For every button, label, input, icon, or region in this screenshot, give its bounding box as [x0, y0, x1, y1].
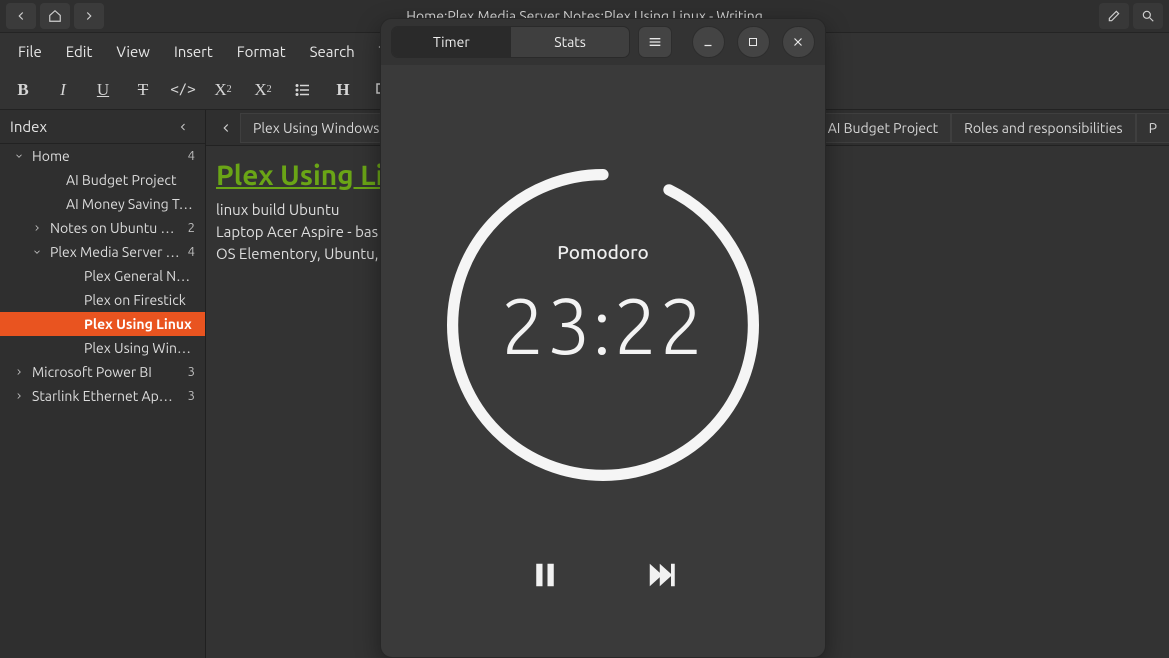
timer-time: 23:22	[501, 281, 706, 369]
tree-label: AI Money Saving T…	[66, 196, 195, 212]
chevron-right-icon[interactable]	[12, 365, 26, 379]
underline-button[interactable]: U	[88, 75, 118, 105]
tree-count: 4	[188, 245, 195, 259]
strikethrough-button[interactable]: T	[128, 75, 158, 105]
tree-label: Plex General No…	[84, 268, 195, 284]
nav-home-button[interactable]	[40, 3, 70, 29]
menu-format[interactable]: Format	[227, 39, 296, 64]
tab-stats[interactable]: Stats	[511, 27, 630, 57]
list-button[interactable]	[288, 75, 318, 105]
timer-label: Pomodoro	[557, 241, 648, 263]
tree-count: 3	[188, 365, 195, 379]
tree-label: Home	[32, 148, 182, 164]
subscript-button[interactable]: X2	[208, 75, 238, 105]
menu-edit[interactable]: Edit	[56, 39, 103, 64]
bold-button[interactable]: B	[8, 75, 38, 105]
hamburger-button[interactable]	[638, 26, 671, 58]
tree-label: Plex Using Wind…	[84, 340, 195, 356]
tab-partial[interactable]: P	[1136, 113, 1169, 143]
pomodoro-tabs: Timer Stats	[391, 26, 630, 58]
timer-ring: Pomodoro 23:22	[443, 165, 763, 485]
code-button[interactable]: </>	[168, 75, 198, 105]
heading-button[interactable]: H	[328, 75, 358, 105]
maximize-button[interactable]	[737, 26, 770, 58]
italic-button[interactable]: I	[48, 75, 78, 105]
tree-row[interactable]: Plex Media Server … 4	[0, 240, 205, 264]
sidebar: Index Home 4 AI Budget Project AI Money Sav…	[0, 110, 206, 658]
tree-row[interactable]: Home 4	[0, 144, 205, 168]
menu-file[interactable]: File	[8, 39, 52, 64]
chevron-right-icon[interactable]	[30, 221, 44, 235]
search-button[interactable]	[1133, 3, 1163, 29]
pause-button[interactable]	[525, 555, 565, 595]
tree-count: 4	[188, 149, 195, 163]
edit-mode-button[interactable]	[1099, 3, 1129, 29]
tree-row[interactable]: Plex Using Linux	[0, 312, 205, 336]
tree-label: Microsoft Power BI	[32, 364, 182, 380]
menu-view[interactable]: View	[106, 39, 160, 64]
nav-forward-button[interactable]	[74, 3, 104, 29]
tree-row[interactable]: Plex Using Wind…	[0, 336, 205, 360]
tree-label: Notes on Ubuntu P…	[50, 220, 182, 236]
sidebar-tree: Home 4 AI Budget Project AI Money Saving T……	[0, 144, 205, 658]
sidebar-header: Index	[0, 110, 205, 144]
menu-insert[interactable]: Insert	[164, 39, 223, 64]
chevron-down-icon[interactable]	[30, 245, 44, 259]
tree-label: Plex Using Linux	[84, 316, 195, 332]
tree-count: 2	[188, 221, 195, 235]
tree-label: AI Budget Project	[66, 172, 195, 188]
tree-row[interactable]: Microsoft Power BI 3	[0, 360, 205, 384]
tree-label: Plex on Firestick	[84, 292, 195, 308]
tab-budget[interactable]: AI Budget Project	[815, 113, 951, 143]
tree-row[interactable]: AI Budget Project	[0, 168, 205, 192]
tree-row[interactable]: Starlink Ethernet Ap… 3	[0, 384, 205, 408]
nav-back-button[interactable]	[6, 3, 36, 29]
minimize-button[interactable]	[692, 26, 725, 58]
pomodoro-window: Timer Stats Pomodoro 23:22	[380, 18, 826, 658]
superscript-button[interactable]: X2	[248, 75, 278, 105]
menu-search[interactable]: Search	[300, 39, 365, 64]
tree-row[interactable]: Plex General No…	[0, 264, 205, 288]
tree-label: Starlink Ethernet Ap…	[32, 388, 182, 404]
tree-count: 3	[188, 389, 195, 403]
tabstrip-back-button[interactable]	[212, 113, 240, 143]
tree-row[interactable]: Notes on Ubuntu P… 2	[0, 216, 205, 240]
chevron-right-icon[interactable]	[12, 389, 26, 403]
tab-timer[interactable]: Timer	[392, 27, 511, 57]
pomodoro-body: Pomodoro 23:22	[381, 65, 825, 657]
sidebar-collapse-button[interactable]	[171, 115, 195, 139]
pomodoro-header: Timer Stats	[381, 19, 825, 65]
chevron-down-icon[interactable]	[12, 149, 26, 163]
tab-left[interactable]: Plex Using Windows 1	[240, 113, 403, 143]
tree-row[interactable]: AI Money Saving T…	[0, 192, 205, 216]
tab-roles[interactable]: Roles and responsibilities	[951, 113, 1135, 143]
skip-button[interactable]	[641, 555, 681, 595]
close-button[interactable]	[782, 26, 815, 58]
tree-row[interactable]: Plex on Firestick	[0, 288, 205, 312]
tree-label: Plex Media Server …	[50, 244, 182, 260]
sidebar-title: Index	[10, 118, 47, 135]
